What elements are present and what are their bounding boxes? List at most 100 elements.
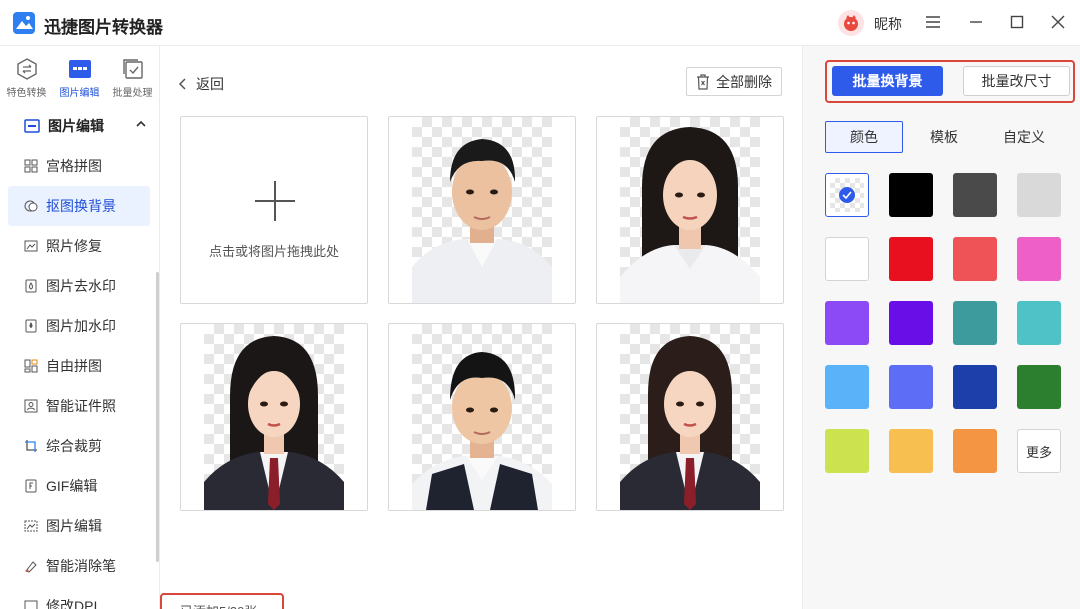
portrait-woman-image <box>620 127 760 303</box>
delete-all-button[interactable]: 全部删除 <box>686 67 782 96</box>
sidebar-item-label: 自由拼图 <box>46 358 102 374</box>
top-nav: 特色转换 图片编辑 批量处理 <box>0 46 159 106</box>
menu-icon[interactable] <box>923 12 943 32</box>
sidebar-item-cutout-bg[interactable]: 抠图换背景 <box>8 186 150 226</box>
tab-color[interactable]: 颜色 <box>825 121 903 153</box>
photo-thumbnail-3[interactable] <box>180 323 368 511</box>
portrait-boy-image <box>412 139 552 303</box>
color-swatch[interactable] <box>953 301 997 345</box>
portrait-woman-suit-image <box>620 336 760 510</box>
app-logo-icon <box>13 12 35 34</box>
avatar-icon <box>844 15 858 31</box>
color-swatch[interactable] <box>953 237 997 281</box>
bg-type-tabs: 颜色 模板 自定义 <box>825 121 1065 153</box>
color-swatch[interactable] <box>825 237 869 281</box>
color-swatch[interactable] <box>825 301 869 345</box>
settings-panel: 批量换背景 批量改尺寸 颜色 模板 自定义 更多 <box>802 46 1080 609</box>
swap-circle-icon <box>16 58 37 80</box>
minimize-icon[interactable] <box>966 12 986 32</box>
tab-template[interactable]: 模板 <box>905 121 983 153</box>
color-swatch[interactable] <box>889 301 933 345</box>
portrait-boy-vest-image <box>412 352 552 510</box>
color-swatch[interactable] <box>1017 301 1061 345</box>
batch-change-bg-button[interactable]: 批量换背景 <box>832 66 943 96</box>
sidebar-item-eraser-pen[interactable]: 智能消除笔 <box>8 546 150 586</box>
sidebar-item-gif-edit[interactable]: GIF编辑 <box>8 466 150 506</box>
upload-dropzone[interactable]: 点击或将图片拖拽此处 <box>180 116 368 304</box>
photo-thumbnail-4[interactable] <box>388 323 576 511</box>
delete-all-label: 全部删除 <box>716 73 772 90</box>
remove-watermark-icon <box>24 279 38 293</box>
color-swatch[interactable] <box>889 237 933 281</box>
sidebar-item-add-watermark[interactable]: 图片加水印 <box>8 306 150 346</box>
topnav-feature-convert[interactable]: 特色转换 <box>0 46 53 106</box>
sidebar-item-id-photo[interactable]: 智能证件照 <box>8 386 150 426</box>
topnav-batch[interactable]: 批量处理 <box>106 46 159 106</box>
check-icon <box>839 187 855 203</box>
color-swatch[interactable] <box>953 365 997 409</box>
sidebar-item-remove-watermark[interactable]: 图片去水印 <box>8 266 150 306</box>
more-colors-button[interactable]: 更多 <box>1017 429 1061 473</box>
sidebar-item-image-edit[interactable]: 图片编辑 <box>8 506 150 546</box>
maximize-icon[interactable] <box>1007 12 1027 32</box>
batch-check-icon <box>122 59 143 79</box>
color-swatch[interactable] <box>825 365 869 409</box>
sidebar-item-grid-collage[interactable]: 宫格拼图 <box>8 146 150 186</box>
sidebar-item-dpi[interactable]: 修改DPI <box>8 586 150 609</box>
topnav-label: 批量处理 <box>112 88 153 99</box>
color-swatch[interactable] <box>953 173 997 217</box>
close-icon[interactable] <box>1048 12 1068 32</box>
title-bar: 迅捷图片转换器 昵称 <box>0 0 1080 46</box>
plus-icon <box>255 181 295 221</box>
sidebar-item-label: 图片加水印 <box>46 318 116 334</box>
color-swatch[interactable] <box>1017 365 1061 409</box>
crop-icon <box>24 439 38 453</box>
color-swatch[interactable] <box>825 429 869 473</box>
sidebar-item-label: 抠图换背景 <box>46 198 116 214</box>
photo-thumbnail-2[interactable] <box>596 116 784 304</box>
chevron-left-icon <box>178 78 186 90</box>
batch-resize-button[interactable]: 批量改尺寸 <box>963 66 1070 96</box>
app-title: 迅捷图片转换器 <box>44 18 163 37</box>
color-swatch[interactable] <box>953 429 997 473</box>
dpi-icon <box>24 599 38 609</box>
user-avatar[interactable] <box>838 10 864 36</box>
section-header-image-edit[interactable]: 图片编辑 <box>24 116 104 136</box>
trash-icon <box>697 73 709 90</box>
sidebar-item-label: GIF编辑 <box>46 478 98 494</box>
id-photo-icon <box>24 399 38 413</box>
color-swatch[interactable] <box>889 365 933 409</box>
tab-custom[interactable]: 自定义 <box>985 121 1063 153</box>
sidebar-item-label: 图片去水印 <box>46 278 116 294</box>
sidebar-item-free-collage[interactable]: 自由拼图 <box>8 346 150 386</box>
sidebar-item-label: 综合裁剪 <box>46 438 102 454</box>
sidebar-scrollbar[interactable] <box>156 272 159 562</box>
photo-thumbnail-5[interactable] <box>596 323 784 511</box>
sidebar-item-label: 智能消除笔 <box>46 558 116 574</box>
color-swatch-transparent-selected[interactable] <box>825 173 869 217</box>
cutout-icon <box>24 199 38 213</box>
image-edit-section-icon <box>24 119 40 133</box>
sidebar-item-crop[interactable]: 综合裁剪 <box>8 426 150 466</box>
sidebar-item-photo-repair[interactable]: 照片修复 <box>8 226 150 266</box>
photo-thumbnail-1[interactable] <box>388 116 576 304</box>
sidebar-menu: 宫格拼图 抠图换背景 照片修复 图片去水印 图片加水印 自由拼图 智能证件照 综… <box>8 146 150 609</box>
chevron-up-icon[interactable] <box>136 120 146 131</box>
color-swatch[interactable] <box>1017 173 1061 217</box>
section-title: 图片编辑 <box>48 118 104 134</box>
image-edit-icon <box>24 519 38 533</box>
color-swatch[interactable] <box>889 173 933 217</box>
image-edit-icon <box>68 60 91 78</box>
back-button[interactable]: 返回 <box>178 74 224 94</box>
color-swatch[interactable] <box>889 429 933 473</box>
topnav-label: 图片编辑 <box>59 88 100 99</box>
added-count-label: 已添加5/30张 <box>160 593 284 609</box>
back-label: 返回 <box>196 76 224 92</box>
sidebar-item-label: 智能证件照 <box>46 398 116 414</box>
gif-icon <box>24 479 38 493</box>
sidebar-item-label: 照片修复 <box>46 238 102 254</box>
topnav-image-edit[interactable]: 图片编辑 <box>53 46 106 106</box>
color-swatch[interactable] <box>1017 237 1061 281</box>
user-nickname[interactable]: 昵称 <box>874 14 902 34</box>
main-area: 返回 全部删除 点击或将图片拖拽此处 <box>160 46 802 609</box>
